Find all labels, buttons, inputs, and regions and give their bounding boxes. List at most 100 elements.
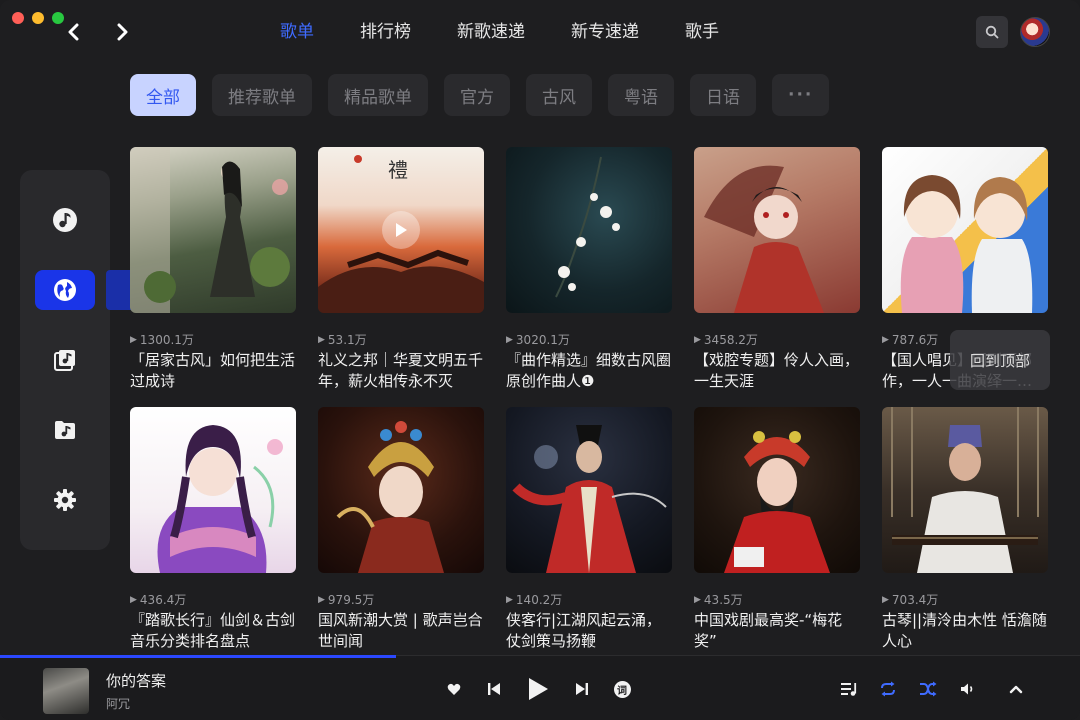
tab-new-songs[interactable]: 新歌速递 [457, 20, 525, 44]
heart-icon [447, 683, 461, 695]
tab-new-albums[interactable]: 新专速递 [571, 20, 639, 44]
playlist-cover [130, 407, 296, 573]
playlist-title[interactable]: 中国戏剧最高奖-“梅花奖” [694, 610, 860, 652]
playlist-cover [882, 407, 1048, 573]
play-count: ▶ 53.1万 [318, 333, 367, 347]
globe-icon [54, 279, 76, 301]
volume-button[interactable] [955, 676, 981, 702]
filter-official[interactable]: 官方 [444, 74, 510, 116]
filter-japanese[interactable]: 日语 [690, 74, 756, 116]
playlist-cover [506, 407, 672, 573]
playlist-card[interactable]: ▶ 436.4万 『踏歌长行』仙剑＆古剑音乐分类排名盘点 [130, 407, 296, 667]
music-library-icon [54, 350, 75, 371]
skip-previous-icon [488, 683, 500, 695]
music-folder-icon [55, 421, 75, 439]
playlist-cover [694, 147, 860, 313]
playlist-queue-button[interactable] [836, 676, 862, 702]
playlist-cover: 禮 [318, 147, 484, 313]
playlist-grid: ▶ 1300.1万 「居家古风」如何把生活过成诗 禮 ▶ 53.1万 礼义之邦｜华夏… [130, 147, 1050, 667]
playlist-title[interactable]: 礼义之邦｜华夏文明五千年，薪火相传永不灭 [318, 350, 484, 392]
minimize-window-button[interactable] [32, 12, 44, 24]
playlist-title[interactable]: 【戏腔专题】伶人入画，一生天涯 [694, 350, 860, 392]
playlist-card[interactable]: ▶ 979.5万 国风新潮大赏 | 歌声岂合世间闻 [318, 407, 484, 667]
song-title[interactable]: 你的答案 [106, 670, 166, 691]
previous-track-button[interactable] [481, 676, 507, 702]
playlist-card[interactable]: ▶ 3458.2万 【戏腔专题】伶人入画，一生天涯 [694, 147, 860, 407]
play-count-icon: ▶ [130, 594, 137, 605]
skip-next-icon [576, 683, 588, 695]
playlist-cover [694, 407, 860, 573]
shuffle-icon [920, 681, 937, 697]
playlist-title[interactable]: 『曲作精选』细数古风圈原创作曲人❶ [506, 350, 672, 392]
shuffle-button[interactable] [915, 676, 941, 702]
user-avatar[interactable] [1020, 17, 1050, 47]
filter-ancient-style[interactable]: 古风 [526, 74, 592, 116]
repeat-button[interactable] [875, 676, 901, 702]
search-button[interactable] [976, 16, 1008, 48]
play-count: ▶ 979.5万 [318, 593, 375, 607]
sidebar-item-local-music[interactable] [35, 410, 95, 450]
chevron-left-icon [68, 23, 79, 41]
back-to-top-button[interactable]: 回到顶部 [950, 330, 1050, 390]
now-playing-cover[interactable] [43, 668, 89, 714]
tab-charts[interactable]: 排行榜 [360, 20, 411, 44]
playlist-title[interactable]: 『踏歌长行』仙剑＆古剑音乐分类排名盘点 [130, 610, 296, 652]
lyrics-icon: 词 [613, 680, 631, 698]
next-track-button[interactable] [569, 676, 595, 702]
sidebar-item-music[interactable] [35, 200, 95, 240]
play-count-icon: ▶ [130, 334, 137, 345]
chevron-right-icon [117, 23, 128, 41]
like-button[interactable] [441, 676, 467, 702]
playlist-card[interactable]: ▶ 1300.1万 「居家古风」如何把生活过成诗 [130, 147, 296, 407]
volume-icon [961, 683, 973, 695]
play-count-icon: ▶ [882, 334, 889, 345]
sidebar [20, 170, 110, 550]
back-button[interactable] [62, 20, 86, 44]
close-window-button[interactable] [12, 12, 24, 24]
svg-text:禮: 禮 [388, 158, 408, 182]
expand-player-button[interactable] [1003, 676, 1029, 702]
playlist-card[interactable]: ▶ 3020.1万 『曲作精选』细数古风圈原创作曲人❶ [506, 147, 672, 407]
playlist-card[interactable]: ▶ 703.4万 古琴||清泠由木性 恬澹随人心 [882, 407, 1048, 667]
playlist-card[interactable]: ▶ 43.5万 中国戏剧最高奖-“梅花奖” [694, 407, 860, 667]
playlist-card[interactable]: 禮 ▶ 53.1万 礼义之邦｜华夏文明五千年，薪火相传永不灭 [318, 147, 484, 407]
play-pause-button[interactable] [522, 672, 554, 706]
sidebar-item-my-music[interactable] [35, 340, 95, 380]
lyrics-button[interactable]: 词 [609, 676, 635, 702]
artist-name[interactable]: 阿冗 [106, 695, 130, 712]
play-count: ▶ 703.4万 [882, 593, 939, 607]
playback-progress-bar[interactable] [0, 655, 397, 658]
play-count-icon: ▶ [882, 594, 889, 605]
sidebar-item-settings[interactable] [35, 480, 95, 520]
play-cover-button[interactable] [382, 211, 420, 249]
forward-button[interactable] [110, 20, 134, 44]
tab-singers[interactable]: 歌手 [685, 20, 719, 44]
playlist-title[interactable]: 古琴||清泠由木性 恬澹随人心 [882, 610, 1048, 652]
filter-cantonese[interactable]: 粤语 [608, 74, 674, 116]
playlist-cover [882, 147, 1048, 313]
tab-playlists[interactable]: 歌单 [280, 20, 314, 44]
sidebar-item-discover[interactable] [35, 270, 95, 310]
playlist-icon [841, 683, 857, 696]
app-window: 歌单 排行榜 新歌速递 新专速递 歌手 全部 推荐歌单 精品歌单 官方 古风 粤… [0, 0, 1080, 720]
search-icon [985, 25, 999, 39]
filter-premium[interactable]: 精品歌单 [328, 74, 428, 116]
filter-all[interactable]: 全部 [130, 74, 196, 116]
playlist-title[interactable]: 「居家古风」如何把生活过成诗 [130, 350, 296, 392]
playlist-cover [130, 147, 296, 313]
play-count: ▶ 3458.2万 [694, 333, 758, 347]
play-count: ▶ 43.5万 [694, 593, 743, 607]
play-count-icon: ▶ [318, 334, 325, 345]
playlist-title[interactable]: 国风新潮大赏 | 歌声岂合世间闻 [318, 610, 484, 652]
filter-more-button[interactable]: ··· [772, 74, 830, 116]
playlist-cover [506, 147, 672, 313]
play-count-icon: ▶ [506, 334, 513, 345]
filter-recommended[interactable]: 推荐歌单 [212, 74, 312, 116]
play-count: ▶ 140.2万 [506, 593, 563, 607]
play-icon [529, 678, 548, 700]
play-count-icon: ▶ [506, 594, 513, 605]
main-tabs: 歌单 排行榜 新歌速递 新专速递 歌手 [280, 20, 765, 44]
playlist-card[interactable]: ▶ 140.2万 侠客行|江湖风起云涌，仗剑策马扬鞭 [506, 407, 672, 667]
play-count-icon: ▶ [694, 594, 701, 605]
playlist-title[interactable]: 侠客行|江湖风起云涌，仗剑策马扬鞭 [506, 610, 672, 652]
